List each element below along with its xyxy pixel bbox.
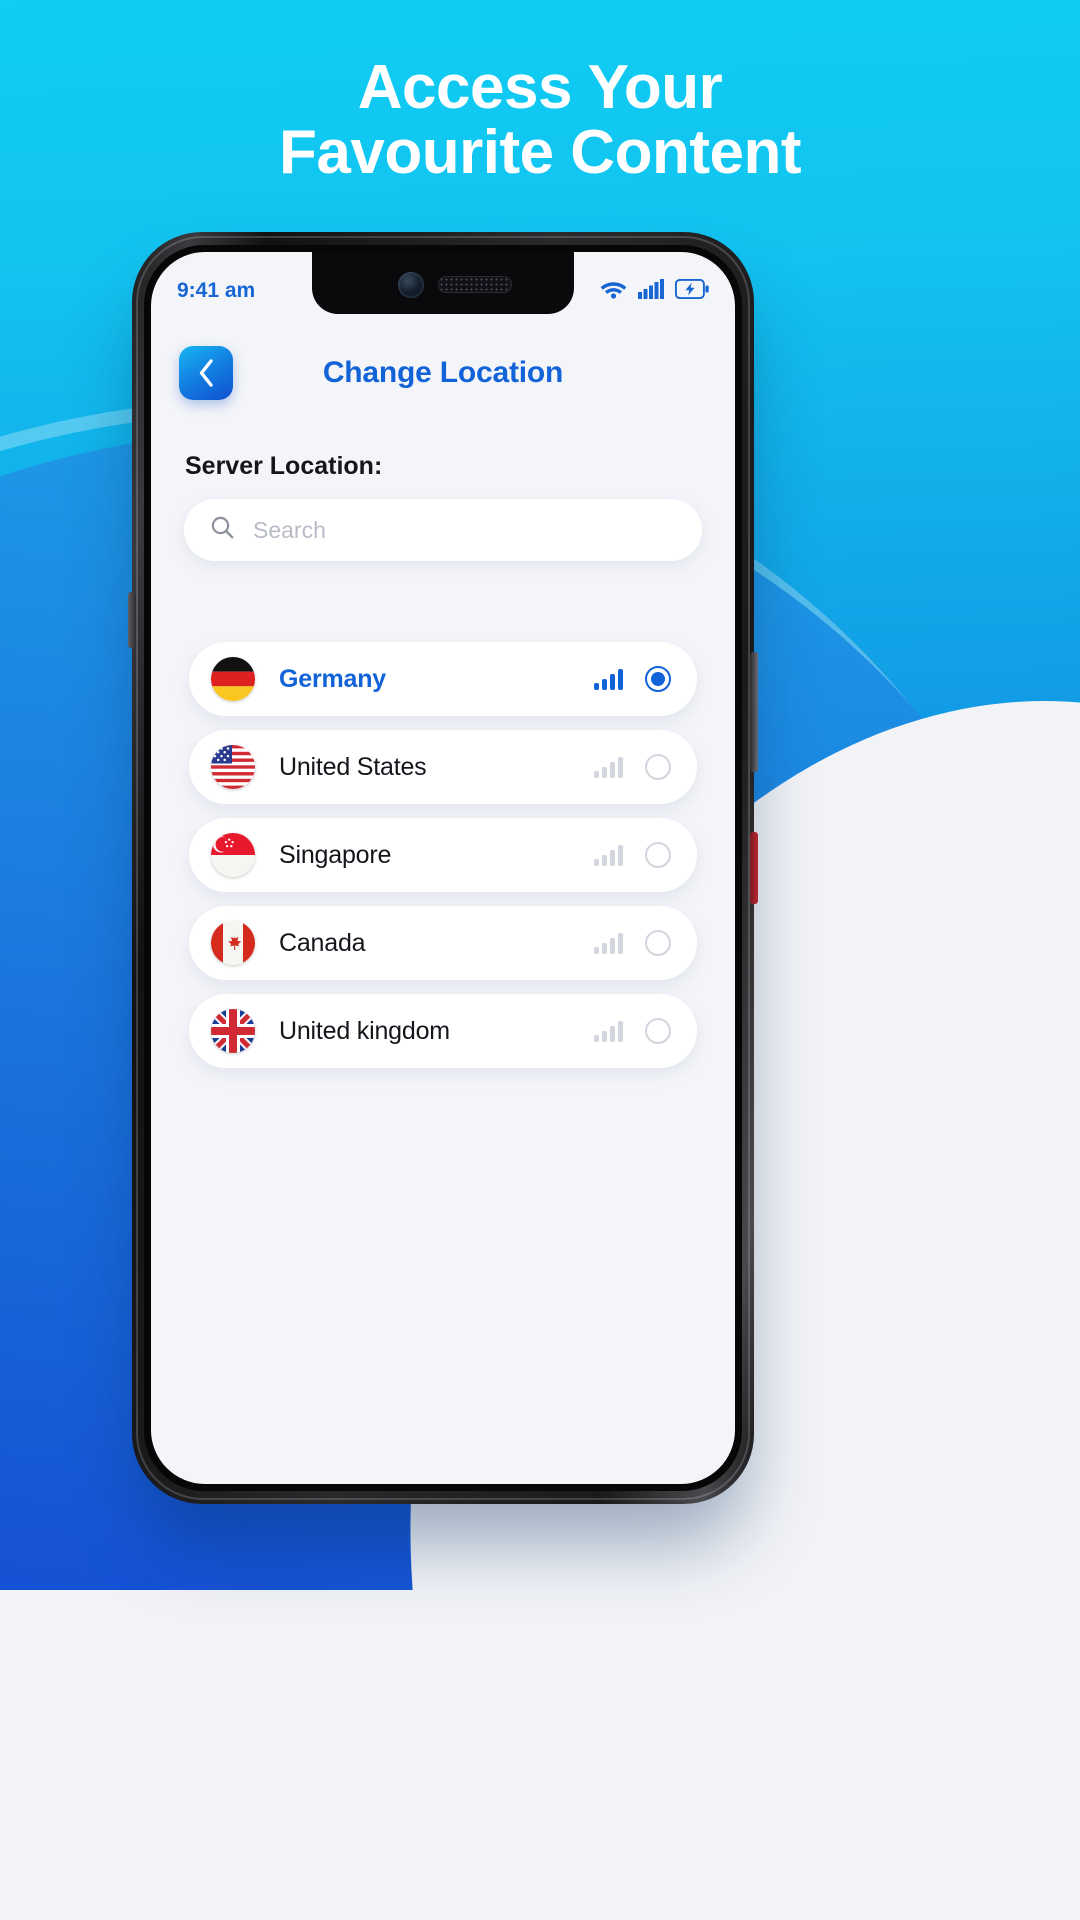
- flag-de-icon: [211, 657, 255, 701]
- phone-mockup: 9:41 am Change Location Server Location:…: [128, 232, 758, 1504]
- headline-line-1: Access Your: [357, 53, 723, 122]
- flag-us-icon: [211, 745, 255, 789]
- server-row-canada[interactable]: Canada: [189, 906, 697, 980]
- server-row-germany[interactable]: Germany: [189, 642, 697, 716]
- app-header: Change Location: [151, 330, 735, 416]
- server-radio-button[interactable]: [645, 930, 671, 956]
- status-icon-group: [600, 278, 709, 304]
- status-time: 9:41 am: [177, 279, 256, 302]
- phone-screen: 9:41 am Change Location Server Location:…: [151, 252, 735, 1484]
- server-radio-button[interactable]: [645, 1018, 671, 1044]
- phone-button-left[interactable]: [128, 592, 136, 648]
- search-input[interactable]: Search: [184, 499, 702, 561]
- headline-line-2: Favourite Content: [279, 118, 801, 188]
- signal-strength-icon: [594, 1020, 623, 1042]
- status-bar: 9:41 am: [151, 252, 735, 314]
- phone-button-assistant[interactable]: [750, 832, 758, 904]
- server-name: Singapore: [279, 840, 392, 869]
- background-bottom-panel: [0, 1590, 1080, 1920]
- flag-ca-icon: [211, 921, 255, 965]
- search-placeholder-text: Search: [253, 516, 326, 543]
- cellular-signal-icon: [638, 278, 664, 304]
- battery-charging-icon: [674, 278, 709, 304]
- signal-strength-icon: [594, 756, 623, 778]
- server-name: Canada: [279, 928, 366, 957]
- flag-sg-icon: [211, 833, 255, 877]
- server-radio-button[interactable]: [645, 754, 671, 780]
- signal-strength-icon: [594, 932, 623, 954]
- search-icon: [210, 515, 235, 545]
- wifi-icon: [600, 279, 627, 304]
- server-name: United States: [279, 752, 427, 781]
- signal-strength-icon: [594, 844, 623, 866]
- server-name: United kingdom: [279, 1016, 450, 1045]
- signal-strength-icon: [594, 668, 623, 690]
- server-location-list: Germany United States Singapore Canada U…: [151, 642, 735, 1068]
- server-radio-button[interactable]: [645, 842, 671, 868]
- flag-gb-icon: [211, 1009, 255, 1053]
- server-name: Germany: [279, 664, 386, 693]
- server-row-united-kingdom[interactable]: United kingdom: [189, 994, 697, 1068]
- server-row-singapore[interactable]: Singapore: [189, 818, 697, 892]
- promo-headline: Access Your Favourite Content: [0, 55, 1080, 185]
- phone-button-power[interactable]: [750, 652, 758, 772]
- server-location-label: Server Location:: [185, 452, 383, 480]
- page-title: Change Location: [322, 356, 564, 389]
- server-radio-button[interactable]: [645, 666, 671, 692]
- server-row-united-states[interactable]: United States: [189, 730, 697, 804]
